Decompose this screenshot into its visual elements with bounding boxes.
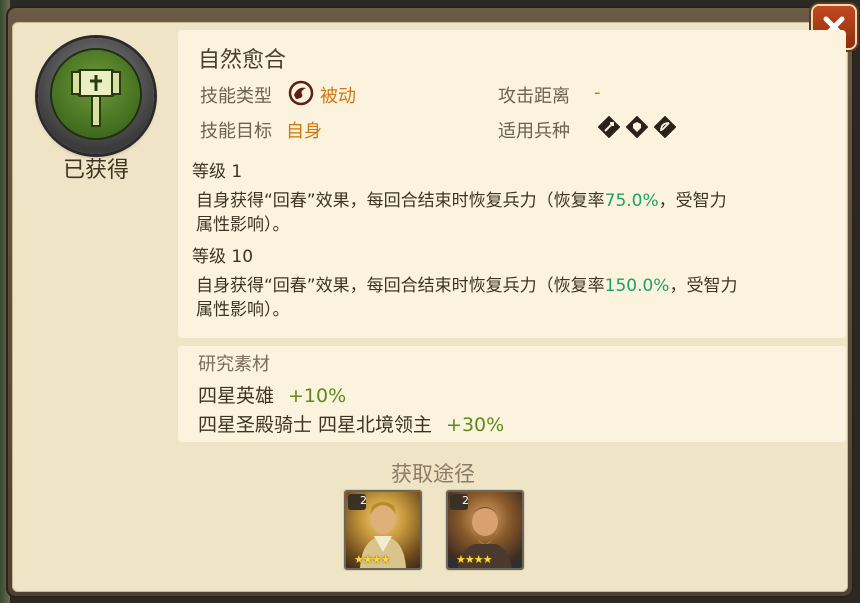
sword-troop-icon [598, 116, 620, 138]
hero-portrait-1[interactable]: 2 ★★★★ [344, 490, 422, 570]
research-line-1-bonus: +10% [288, 385, 347, 407]
research-line-1-text: 四星英雄 [198, 385, 275, 407]
acquired-status: 已获得 [62, 158, 129, 183]
level-1-desc-tail: ，受智力 [658, 191, 727, 211]
skill-target-value: 自身 [286, 121, 322, 142]
skill-type-value: 被动 [320, 86, 356, 107]
research-line-2: 四星圣殿骑士 四星北境领主 +30% [198, 410, 504, 437]
skill-type-label: 技能类型 [200, 86, 272, 107]
research-line-2-bonus: +30% [446, 414, 505, 436]
level-1-description: 自身获得“回春”效果，每回合结束时恢复兵力（恢复率75.0%，受智力 属性影响）… [196, 189, 727, 237]
skill-name: 自然愈合 [198, 48, 287, 73]
hero-1-stars: ★★★★ [354, 553, 390, 566]
hero-portrait-2[interactable]: 2 ★★★★ [446, 490, 524, 570]
level-1-desc-line2: 属性影响）。 [196, 215, 290, 235]
skill-target-label: 技能目标 [200, 121, 272, 142]
hero-2-stars: ★★★★ [456, 553, 492, 566]
shield-troop-icon [626, 116, 648, 138]
hammer-icon [71, 69, 121, 127]
attack-range-value: - [594, 82, 601, 103]
skill-icon-frame [38, 38, 154, 154]
level-10-rate: 150.0% [604, 276, 670, 296]
passive-icon [288, 80, 314, 106]
hero-2-badge: 2 [462, 494, 469, 507]
level-10-desc-line2: 属性影响）。 [196, 300, 290, 320]
level-10-desc-tail: ，受智力 [669, 276, 738, 296]
research-line-2-text: 四星圣殿骑士 四星北境领主 [198, 414, 433, 436]
level-10-label: 等级 10 [192, 247, 254, 267]
level-1-rate: 75.0% [604, 191, 659, 211]
bow-troop-icon [654, 116, 676, 138]
troop-type-icons [598, 116, 682, 138]
research-line-1: 四星英雄 +10% [198, 381, 346, 408]
skill-icon-background [52, 50, 140, 138]
level-10-description: 自身获得“回春”效果，每回合结束时恢复兵力（恢复率150.0%，受智力 属性影响… [196, 274, 737, 322]
hero-1-badge: 2 [360, 494, 367, 507]
level-1-desc-text: 自身获得“回春”效果，每回合结束时恢复兵力（恢复率 [196, 191, 605, 211]
attack-range-label: 攻击距离 [498, 86, 570, 107]
troop-type-label: 适用兵种 [498, 121, 570, 142]
acquire-title: 获取途径 [391, 462, 475, 486]
level-10-desc-text: 自身获得“回春”效果，每回合结束时恢复兵力（恢复率 [196, 276, 605, 296]
research-materials-title: 研究素材 [198, 354, 270, 375]
level-1-label: 等级 1 [192, 162, 243, 182]
